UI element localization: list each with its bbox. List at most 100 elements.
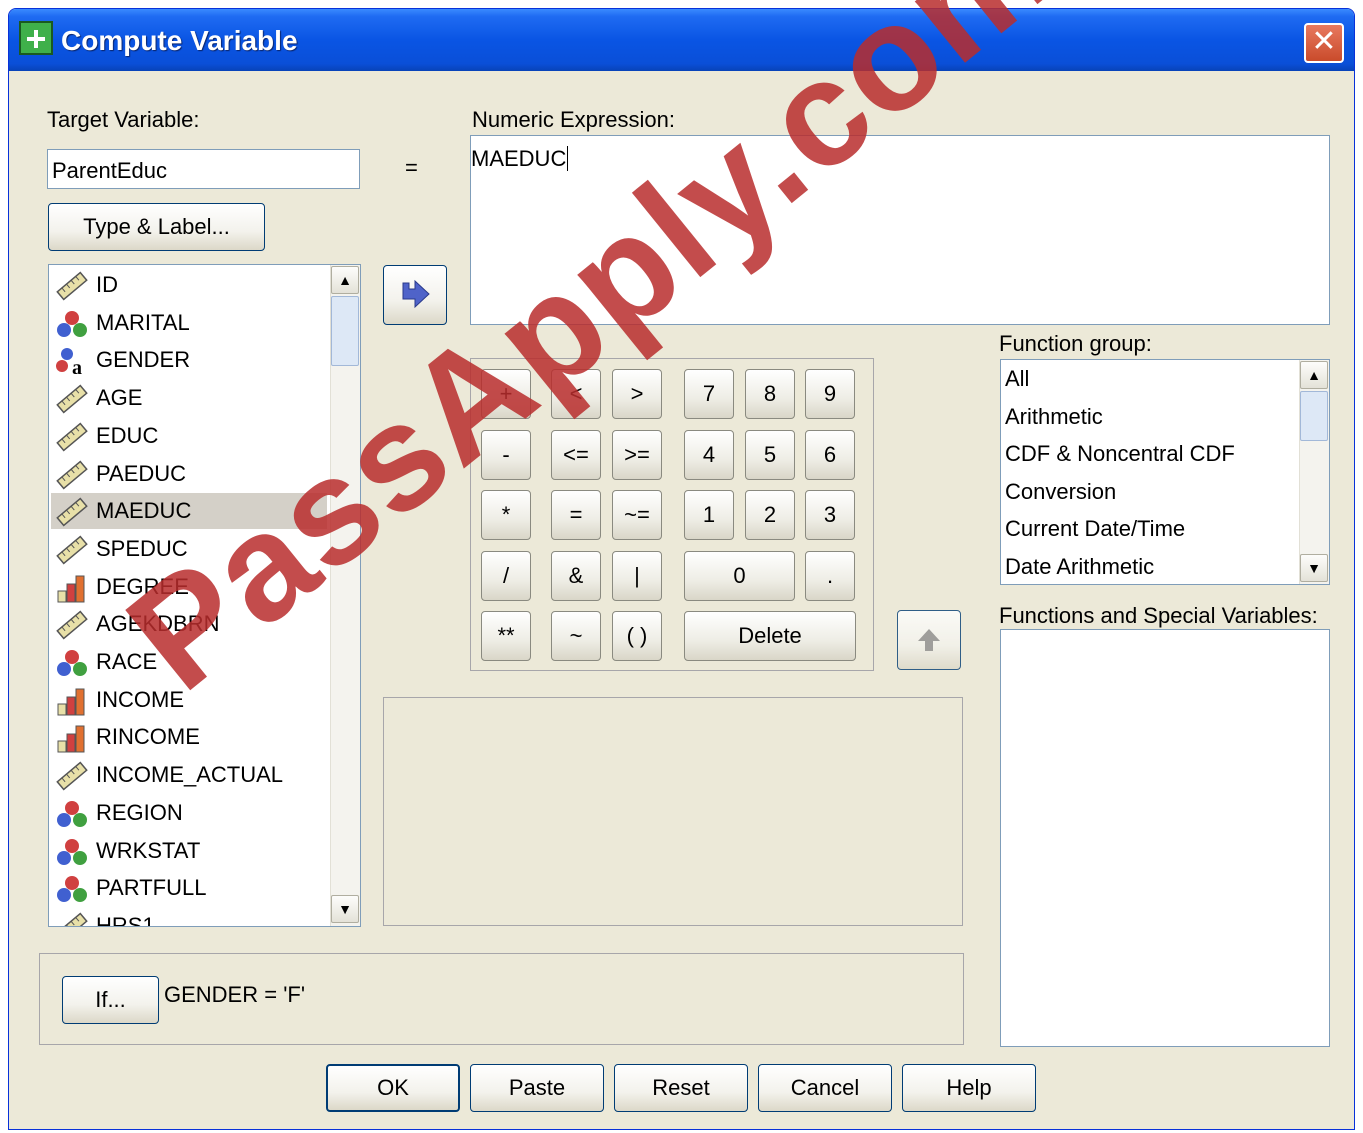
calc-key[interactable]: ( ) bbox=[612, 611, 662, 661]
function-group-scrollbar[interactable]: ▲ ▼ bbox=[1299, 360, 1329, 584]
close-icon: ✕ bbox=[1311, 25, 1337, 58]
function-group-item[interactable]: All bbox=[1005, 366, 1029, 392]
if-button[interactable]: If... bbox=[62, 976, 159, 1024]
calc-key[interactable]: 1 bbox=[684, 490, 734, 540]
type-label-button[interactable]: Type & Label... bbox=[48, 203, 265, 251]
calc-key[interactable]: 6 bbox=[805, 430, 855, 480]
calc-key[interactable]: 5 bbox=[745, 430, 795, 480]
variable-item[interactable]: WRKSTAT bbox=[51, 833, 327, 869]
calc-key[interactable]: 7 bbox=[684, 369, 734, 419]
cancel-button[interactable]: Cancel bbox=[758, 1064, 892, 1112]
scale-ruler-icon bbox=[55, 912, 89, 926]
calc-delete-button[interactable]: Delete bbox=[684, 611, 856, 661]
move-to-expression-button[interactable] bbox=[383, 265, 447, 325]
variable-item[interactable]: HRS1 bbox=[51, 908, 327, 926]
variable-label: EDUC bbox=[96, 422, 159, 448]
variable-item[interactable]: a GENDER bbox=[51, 342, 327, 379]
calc-key[interactable]: ** bbox=[481, 611, 531, 661]
fg-scroll-up-button[interactable]: ▲ bbox=[1300, 361, 1328, 389]
arrow-right-icon bbox=[402, 279, 430, 309]
variable-item[interactable]: REGION bbox=[51, 795, 327, 831]
variable-item[interactable]: INCOME bbox=[51, 682, 327, 718]
variable-list[interactable]: ID MARITAL a GENDER AGE EDUC PAEDUC MAEDUC SPEDU… bbox=[48, 264, 361, 927]
variable-item[interactable]: ID bbox=[51, 267, 327, 303]
calc-key[interactable]: 9 bbox=[805, 369, 855, 419]
variable-label: WRKSTAT bbox=[96, 837, 201, 863]
variable-item[interactable]: PARTFULL bbox=[51, 870, 327, 906]
function-group-label: Function group: bbox=[999, 331, 1152, 356]
close-button[interactable]: ✕ bbox=[1304, 23, 1344, 63]
target-variable-input[interactable]: ParentEduc bbox=[47, 149, 360, 189]
fg-scroll-thumb[interactable] bbox=[1300, 391, 1328, 441]
move-function-button[interactable] bbox=[897, 610, 961, 670]
calc-key[interactable]: ~= bbox=[612, 490, 662, 540]
ordinal-bars-icon bbox=[55, 723, 89, 753]
variable-label: REGION bbox=[96, 799, 183, 825]
function-group-item[interactable]: CDF & Noncentral CDF bbox=[1005, 441, 1235, 467]
calc-key[interactable]: 3 bbox=[805, 490, 855, 540]
calc-key[interactable]: + bbox=[481, 369, 531, 419]
ok-button[interactable]: OK bbox=[326, 1064, 460, 1112]
scale-ruler-icon bbox=[55, 497, 89, 527]
triangle-down-icon: ▼ bbox=[338, 901, 352, 917]
target-variable-label: Target Variable: bbox=[47, 107, 200, 132]
calc-key[interactable]: . bbox=[805, 551, 855, 601]
scale-ruler-icon bbox=[55, 422, 89, 452]
variable-item[interactable]: INCOME_ACTUAL bbox=[51, 757, 327, 793]
function-group-list[interactable]: All Arithmetic CDF & Noncentral CDF Convers… bbox=[1000, 359, 1330, 585]
scroll-up-button[interactable]: ▲ bbox=[331, 266, 359, 294]
function-group-item[interactable]: Date Arithmetic bbox=[1005, 554, 1154, 580]
variable-item[interactable]: DEGREE bbox=[51, 569, 327, 605]
calculator-pad: + < >7 8 9 - <= >= 4 5 6 * = ~= 1 2 3 /& | 0. ** ~( ) Delete bbox=[470, 358, 874, 671]
calc-key[interactable]: - bbox=[481, 430, 531, 480]
calc-key[interactable]: >= bbox=[612, 430, 662, 480]
scroll-thumb[interactable] bbox=[331, 296, 359, 366]
numeric-expression-input[interactable]: MAEDUC bbox=[470, 135, 1330, 325]
calc-key[interactable]: <= bbox=[551, 430, 601, 480]
calc-key[interactable]: & bbox=[551, 551, 601, 601]
variable-label: ID bbox=[96, 272, 118, 297]
calc-key[interactable]: 0 bbox=[684, 551, 795, 601]
scale-ruler-icon bbox=[55, 384, 89, 414]
function-group-item[interactable]: Conversion bbox=[1005, 479, 1116, 505]
variable-item[interactable]: EDUC bbox=[51, 418, 327, 454]
functions-list[interactable] bbox=[1000, 629, 1330, 1047]
variable-item[interactable]: MAEDUC bbox=[51, 493, 327, 530]
calc-key[interactable]: / bbox=[481, 551, 531, 601]
numeric-expression-value: MAEDUC bbox=[471, 146, 569, 171]
equals-sign: = bbox=[405, 155, 418, 180]
variable-item[interactable]: AGEKDBRN bbox=[51, 606, 327, 642]
calc-key[interactable]: * bbox=[481, 490, 531, 540]
variable-item[interactable]: MARITAL bbox=[51, 305, 327, 341]
fg-scroll-down-button[interactable]: ▼ bbox=[1300, 554, 1328, 582]
variable-item[interactable]: SPEDUC bbox=[51, 531, 327, 567]
variable-item[interactable]: RACE bbox=[51, 644, 327, 680]
arrow-up-icon bbox=[918, 629, 940, 651]
paste-button[interactable]: Paste bbox=[470, 1064, 604, 1112]
function-group-item[interactable]: Arithmetic bbox=[1005, 404, 1103, 430]
help-button[interactable]: Help bbox=[902, 1064, 1036, 1112]
numeric-expression-label: Numeric Expression: bbox=[472, 107, 675, 132]
calc-key[interactable]: | bbox=[612, 551, 662, 601]
calc-key[interactable]: = bbox=[551, 490, 601, 540]
calc-key[interactable]: < bbox=[551, 369, 601, 419]
variable-label: AGEKDBRN bbox=[96, 611, 220, 637]
variable-item[interactable]: RINCOME bbox=[51, 719, 327, 755]
calc-key[interactable]: ~ bbox=[551, 611, 601, 661]
calc-key[interactable]: > bbox=[612, 369, 662, 419]
variable-item[interactable]: AGE bbox=[51, 380, 327, 416]
scale-ruler-icon bbox=[55, 610, 89, 640]
reset-button[interactable]: Reset bbox=[614, 1064, 748, 1112]
svg-text:a: a bbox=[72, 357, 82, 376]
function-group-item[interactable]: Current Date/Time bbox=[1005, 516, 1185, 542]
variable-list-scrollbar[interactable]: ▲ ▼ bbox=[330, 265, 360, 926]
target-variable-value: ParentEduc bbox=[52, 158, 167, 183]
scroll-down-button[interactable]: ▼ bbox=[331, 895, 359, 923]
functions-label: Functions and Special Variables: bbox=[999, 603, 1318, 628]
if-condition-text: GENDER = 'F' bbox=[164, 982, 306, 1007]
calc-key[interactable]: 2 bbox=[745, 490, 795, 540]
compute-variable-dialog: Compute Variable ✕ Target Variable: Pare… bbox=[8, 8, 1355, 1130]
variable-item[interactable]: PAEDUC bbox=[51, 456, 327, 492]
calc-key[interactable]: 4 bbox=[684, 430, 734, 480]
calc-key[interactable]: 8 bbox=[745, 369, 795, 419]
